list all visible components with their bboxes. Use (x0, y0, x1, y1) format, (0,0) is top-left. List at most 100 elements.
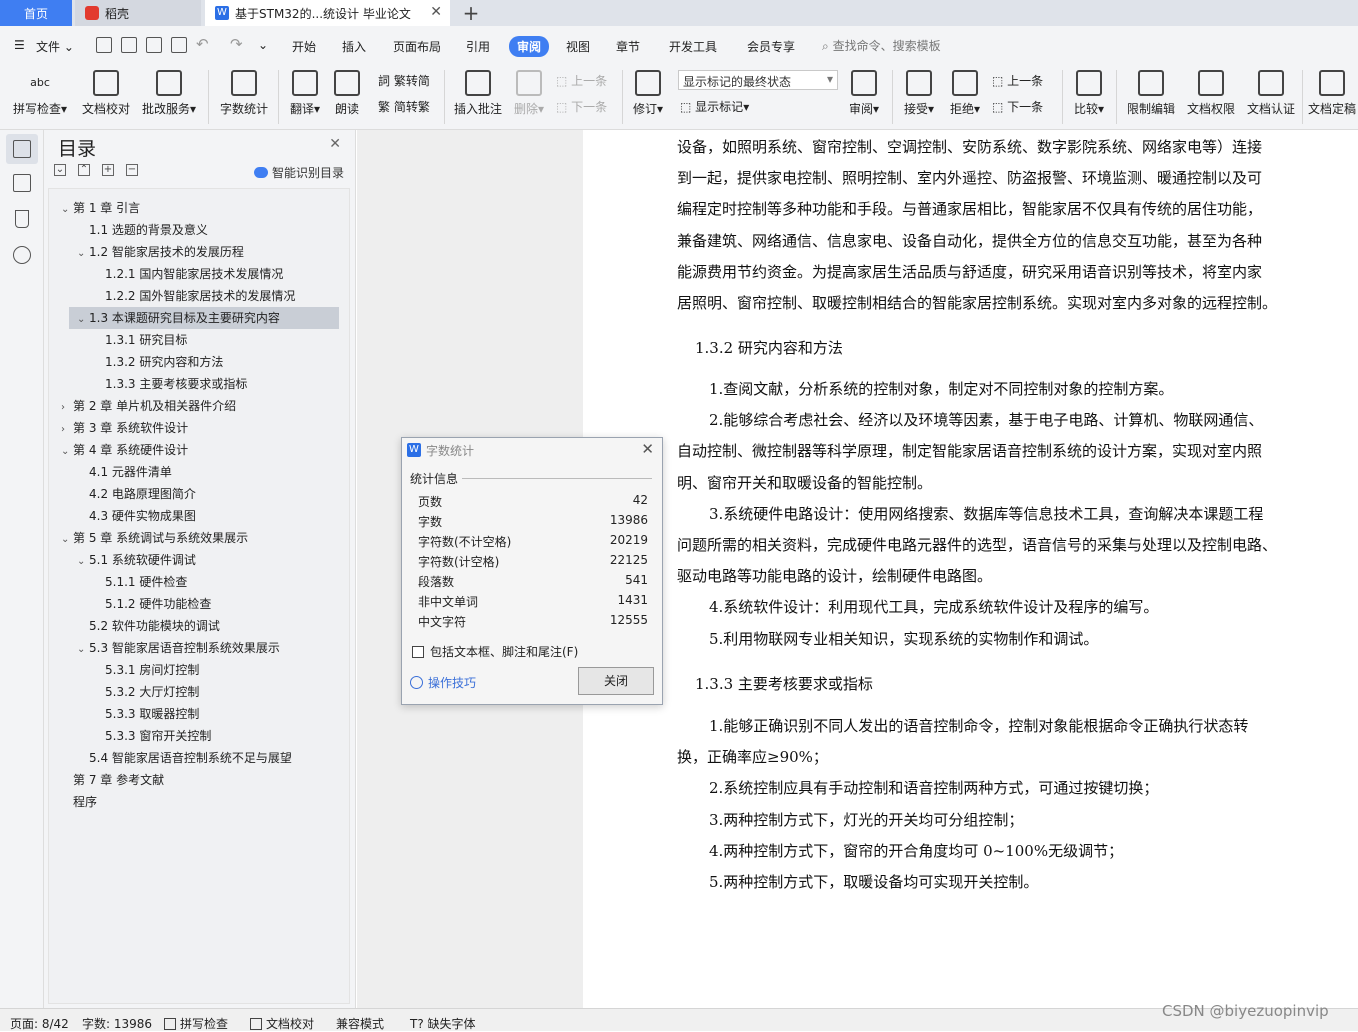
toc-item[interactable]: 第 7 章 参考文献 (49, 769, 347, 791)
toc-item[interactable]: 4.3 硬件实物成果图 (49, 505, 347, 527)
toc-item[interactable]: 程序 (49, 791, 347, 813)
track-changes-button[interactable]: 修订▾ (630, 70, 666, 117)
chevron-down-icon[interactable]: ⌄ (77, 309, 89, 331)
menu-layout[interactable]: 页面布局 (393, 38, 441, 55)
missing-font[interactable]: T? 缺失字体 (410, 1015, 476, 1032)
doc-proof-button[interactable]: 文档校对 (80, 70, 132, 117)
word-count-button[interactable]: 字数统计 (218, 70, 270, 117)
command-search[interactable]: ⌕ 查找命令、搜索模板 (822, 37, 941, 54)
toc-item[interactable]: 5.4 智能家居语音控制系统不足与展望 (49, 747, 347, 769)
tips-link[interactable]: 操作技巧 (410, 674, 476, 691)
save-icon[interactable] (96, 37, 112, 53)
close-button[interactable]: 关闭 (578, 667, 654, 695)
print-preview-icon[interactable] (171, 37, 187, 53)
simp-to-trad-button[interactable]: 繁 简转繁 (378, 98, 430, 115)
spellcheck-button[interactable]: abc 拼写检查▾ (10, 70, 70, 117)
chevron-down-icon[interactable]: ⌄ (77, 551, 89, 573)
document-page[interactable]: 设备，如照明系统、窗帘控制、空调控制、安防系统、数字影院系统、网络家电等）连接到… (583, 130, 1358, 1008)
new-tab-button[interactable]: + (458, 0, 484, 26)
next-change-button[interactable]: ⬚ 下一条 (992, 98, 1043, 115)
markup-state-select[interactable]: 显示标记的最终状态 ▾ (678, 70, 838, 90)
toc-item[interactable]: ⌄ 第 5 章 系统调试与系统效果展示 (49, 527, 347, 549)
toc-item[interactable]: 5.2 软件功能模块的调试 (49, 615, 347, 637)
toc-item[interactable]: › 第 3 章 系统软件设计 (49, 417, 347, 439)
toc-item[interactable]: 5.1.2 硬件功能检查 (49, 593, 347, 615)
minus-icon[interactable]: − (126, 164, 138, 176)
toc-item[interactable]: ⌄ 1.2 智能家居技术的发展历程 (49, 241, 347, 263)
delete-comment-button[interactable]: 删除▾ (510, 70, 548, 117)
read-aloud-button[interactable]: 朗读 (330, 70, 364, 117)
menu-insert[interactable]: 插入 (342, 38, 366, 55)
close-icon[interactable]: ✕ (430, 4, 442, 20)
tab-document[interactable]: W 基于STM32的...统设计 毕业论文 ✕ (205, 0, 450, 26)
toc-item[interactable]: ⌄ 第 4 章 系统硬件设计 (49, 439, 347, 461)
menu-start[interactable]: 开始 (292, 38, 316, 55)
accept-button[interactable]: 接受▾ (900, 70, 938, 117)
menu-developer[interactable]: 开发工具 (669, 38, 717, 55)
chevron-down-icon[interactable]: ⌄ (61, 199, 73, 221)
toc-item[interactable]: 4.1 元器件清单 (49, 461, 347, 483)
tab-docer[interactable]: 稻壳 (75, 0, 201, 26)
toc-item[interactable]: 1.1 选题的背景及意义 (49, 219, 347, 241)
toc-item[interactable]: 5.3.2 大厅灯控制 (49, 681, 347, 703)
chevron-right-icon[interactable]: › (61, 397, 73, 419)
menu-member[interactable]: 会员专享 (747, 38, 795, 55)
toc-item[interactable]: ⌄ 5.3 智能家居语音控制系统效果展示 (49, 637, 347, 659)
export-pdf-icon[interactable] (121, 37, 137, 53)
toc-item[interactable]: 1.3.1 研究目标 (49, 329, 347, 351)
tab-home[interactable]: 首页 (0, 0, 72, 26)
compare-button[interactable]: 比较▾ (1070, 70, 1108, 117)
toc-item[interactable]: 1.3.2 研究内容和方法 (49, 351, 347, 373)
doc-final-button[interactable]: 文档定稿 (1306, 70, 1358, 117)
hamburger-icon[interactable]: ☰ (14, 38, 25, 52)
toc-item[interactable]: 5.1.1 硬件检查 (49, 571, 347, 593)
toc-icon[interactable] (13, 140, 31, 158)
doc-cert-button[interactable]: 文档认证 (1244, 70, 1298, 117)
close-icon[interactable]: ✕ (641, 440, 654, 458)
redo-icon[interactable]: ↷ (230, 35, 243, 53)
collapse-all-icon[interactable]: ⌄ (54, 164, 66, 176)
dialog-titlebar[interactable]: W 字数统计 ✕ (402, 438, 662, 462)
review-pane-button[interactable]: 审阅▾ (846, 70, 882, 117)
include-textbox-checkbox[interactable]: 包括文本框、脚注和尾注(F) (412, 643, 578, 660)
proof-status[interactable]: 文档校对 (250, 1015, 314, 1032)
restrict-edit-button[interactable]: 限制编辑 (1124, 70, 1178, 117)
prev-change-button[interactable]: ⬚ 上一条 (992, 72, 1043, 89)
spellcheck-status[interactable]: 拼写检查 (164, 1015, 228, 1032)
chevron-down-icon[interactable]: ⌄ (77, 243, 89, 265)
compat-mode[interactable]: 兼容模式 (336, 1015, 384, 1032)
toc-item[interactable]: 4.2 电路原理图简介 (49, 483, 347, 505)
search-icon[interactable] (13, 246, 31, 264)
folder-icon[interactable] (13, 174, 31, 192)
menu-section[interactable]: 章节 (616, 38, 640, 55)
toc-item[interactable]: 5.3.1 房间灯控制 (49, 659, 347, 681)
menu-references[interactable]: 引用 (466, 38, 490, 55)
chevron-down-icon[interactable]: ⌄ (77, 639, 89, 661)
reject-button[interactable]: 拒绝▾ (946, 70, 984, 117)
toc-item[interactable]: 1.2.2 国外智能家居技术的发展情况 (49, 285, 347, 307)
smart-toc-button[interactable]: 智能识别目录 (254, 164, 344, 181)
show-markup-button[interactable]: ⬚ 显示标记▾ (680, 98, 749, 115)
close-icon[interactable]: ✕ (329, 136, 341, 152)
add-icon[interactable]: + (102, 164, 114, 176)
quick-access-dropdown-icon[interactable]: ⌄ (258, 38, 268, 52)
next-comment-button[interactable]: ⬚ 下一条 (556, 98, 607, 115)
batch-service-button[interactable]: 批改服务▾ (140, 70, 198, 117)
file-menu[interactable]: 文件 ⌄ (36, 38, 74, 55)
expand-up-icon[interactable]: ⌃ (78, 164, 90, 176)
toc-item[interactable]: 1.3.3 主要考核要求或指标 (49, 373, 347, 395)
bookmark-icon[interactable] (15, 210, 29, 228)
translate-button[interactable]: 翻译▾ (286, 70, 324, 117)
chevron-right-icon[interactable]: › (61, 419, 73, 441)
toc-item[interactable]: ⌄ 1.3 本课题研究目标及主要研究内容 (69, 307, 339, 329)
chevron-down-icon[interactable]: ⌄ (61, 529, 73, 551)
toc-item[interactable]: 1.2.1 国内智能家居技术发展情况 (49, 263, 347, 285)
word-count-indicator[interactable]: 字数: 13986 (82, 1015, 152, 1032)
insert-comment-button[interactable]: 插入批注 (452, 70, 504, 117)
chevron-down-icon[interactable]: ⌄ (61, 441, 73, 463)
menu-review[interactable]: 审阅 (509, 36, 550, 57)
toc-item[interactable]: ⌄ 5.1 系统软硬件调试 (49, 549, 347, 571)
toc-item[interactable]: 5.3.3 窗帘开关控制 (49, 725, 347, 747)
print-icon[interactable] (146, 37, 162, 53)
undo-icon[interactable]: ↶ (196, 35, 209, 53)
